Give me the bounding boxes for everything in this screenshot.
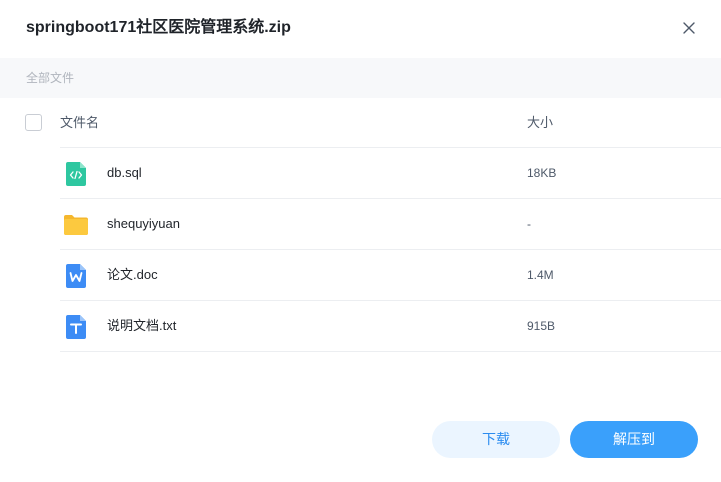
column-header-size[interactable]: 大小 [527, 115, 553, 131]
close-button[interactable] [678, 17, 700, 39]
file-size: 18KB [527, 166, 557, 180]
dialog-title: springboot171社区医院管理系统.zip [26, 19, 291, 36]
table-header: 文件名 大小 [0, 98, 721, 148]
text-file-icon [66, 315, 86, 339]
divider [60, 351, 721, 352]
extract-dialog: springboot171社区医院管理系统.zip 全部文件 文件名 大小 db… [0, 0, 721, 482]
file-size: - [527, 217, 531, 231]
file-name: 说明文档.txt [107, 318, 177, 333]
word-doc-icon [66, 264, 86, 288]
file-name: shequyiyuan [107, 216, 180, 231]
column-header-name[interactable]: 文件名 [60, 115, 99, 131]
download-button[interactable]: 下载 [432, 421, 560, 458]
close-icon [683, 22, 695, 34]
breadcrumb-all-files[interactable]: 全部文件 [26, 70, 74, 86]
extract-to-button[interactable]: 解压到 [570, 421, 698, 458]
file-size: 915B [527, 319, 556, 333]
file-row-db-sql[interactable]: db.sql 18KB [0, 148, 721, 199]
breadcrumb-bar: 全部文件 [0, 58, 721, 98]
file-row-lunwen-doc[interactable]: 论文.doc 1.4M [0, 250, 721, 301]
folder-icon [64, 215, 88, 235]
file-row-shuoming-txt[interactable]: 说明文档.txt 915B [0, 301, 721, 352]
file-name: db.sql [107, 165, 142, 180]
file-size: 1.4M [527, 268, 554, 282]
file-name: 论文.doc [107, 267, 158, 282]
sql-file-icon [66, 162, 86, 186]
file-row-shequyiyuan[interactable]: shequyiyuan - [0, 199, 721, 250]
select-all-checkbox[interactable] [25, 114, 42, 131]
